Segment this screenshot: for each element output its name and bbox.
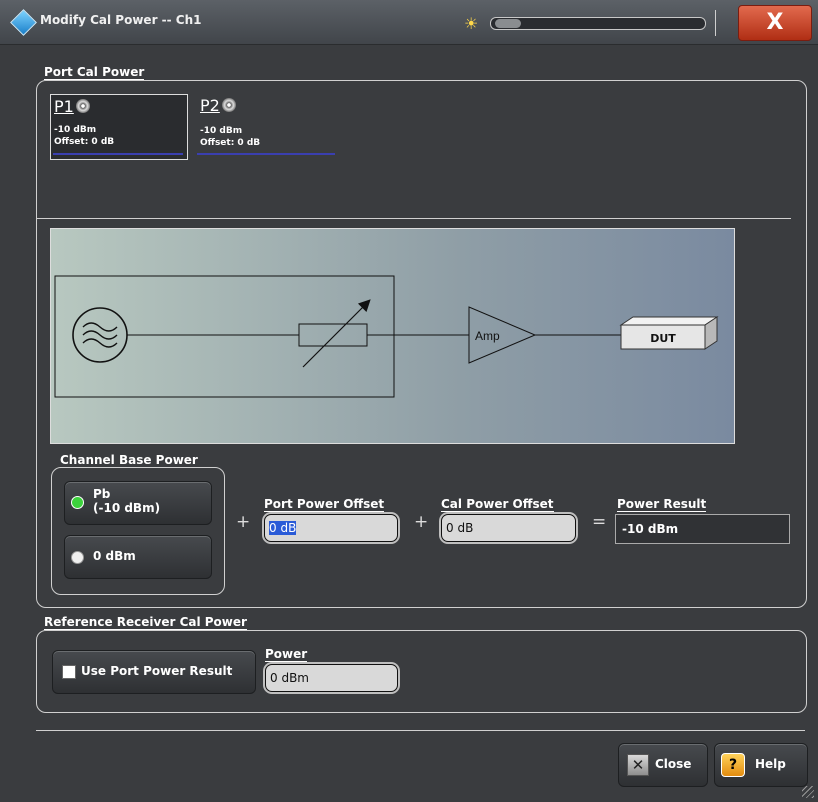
footer-separator: [36, 730, 805, 731]
coax-connector-icon: [221, 98, 236, 112]
port-p1-underline: [53, 153, 183, 155]
port-power-offset-input[interactable]: 0 dB: [264, 514, 398, 542]
signal-generator-icon: [72, 307, 128, 363]
power-result-value: -10 dBm: [615, 514, 790, 544]
cal-power-offset-input[interactable]: 0 dB: [441, 514, 576, 542]
pb-value: (-10 dBm): [93, 501, 161, 515]
port-p1-offset: Offset: 0 dB: [54, 137, 115, 147]
diagram-svg: Amp DUT: [54, 275, 719, 398]
pb-label: Pb: [93, 487, 111, 501]
port-p2-header: P2: [200, 96, 236, 115]
close-button[interactable]: ✕ Close: [618, 743, 708, 787]
equals-operator: =: [592, 512, 607, 532]
port-p1-power: -10 dBm: [54, 125, 97, 135]
dut-box-icon: DUT: [619, 316, 719, 350]
signal-path-diagram: Amp DUT: [50, 228, 735, 444]
port-p1-name: P1: [54, 97, 74, 116]
close-label: Close: [655, 757, 692, 771]
port-cal-power-label: Port Cal Power: [44, 65, 145, 80]
channel-base-power-label: Channel Base Power: [60, 453, 198, 468]
radio-selected-icon: [71, 496, 84, 509]
use-port-power-result-label: Use Port Power Result: [81, 664, 233, 678]
port-power-offset-label: Port Power Offset: [264, 497, 385, 512]
port-p2-power: -10 dBm: [200, 126, 243, 136]
power-input[interactable]: 0 dBm: [265, 664, 398, 692]
port-power-offset-value: 0 dB: [269, 521, 297, 535]
slider-thumb[interactable]: [495, 19, 521, 28]
window-close-button[interactable]: X: [738, 5, 812, 41]
power-result-label: Power Result: [617, 497, 707, 512]
use-port-power-result-button[interactable]: Use Port Power Result: [52, 650, 256, 694]
power-label: Power: [265, 647, 308, 662]
zero-dbm-label: 0 dBm: [93, 549, 136, 563]
app-icon: [10, 9, 37, 36]
title-separator: [715, 10, 716, 36]
base-power-0dbm-button[interactable]: 0 dBm: [64, 535, 212, 579]
window-title: Modify Cal Power -- Ch1: [40, 13, 202, 27]
help-label: Help: [755, 757, 786, 771]
help-icon: ?: [721, 753, 745, 777]
plus-operator: +: [414, 512, 429, 532]
port-p2-offset: Offset: 0 dB: [200, 138, 261, 148]
dut-label: DUT: [650, 332, 676, 345]
port-p1-button[interactable]: P1 -10 dBm Offset: 0 dB: [50, 94, 188, 160]
reference-receiver-label: Reference Receiver Cal Power: [44, 615, 247, 630]
help-button[interactable]: ? Help: [714, 743, 808, 787]
checkbox-icon: [62, 665, 76, 679]
port-p2-button[interactable]: P2 -10 dBm Offset: 0 dB: [197, 94, 337, 158]
amp-label: Amp: [475, 329, 500, 343]
radio-unselected-icon: [71, 551, 84, 564]
variable-arrow-icon: [302, 299, 371, 368]
close-icon: ✕: [627, 754, 649, 776]
plus-operator: +: [236, 512, 251, 532]
source-box: [54, 275, 395, 398]
resize-grip-icon[interactable]: [802, 786, 814, 798]
port-p1-header: P1: [54, 97, 90, 116]
port-p2-name: P2: [200, 96, 220, 115]
transparency-slider[interactable]: [490, 17, 706, 30]
attenuator-icon: [298, 323, 368, 347]
coax-connector-icon: [75, 99, 90, 113]
section-separator: [36, 218, 791, 219]
title-bar: Modify Cal Power -- Ch1 ☀ X: [0, 0, 818, 45]
brightness-icon: ☀: [464, 14, 479, 33]
base-power-pb-button[interactable]: Pb (-10 dBm): [64, 481, 212, 525]
cal-power-offset-label: Cal Power Offset: [441, 497, 554, 512]
port-p2-underline: [197, 153, 335, 155]
